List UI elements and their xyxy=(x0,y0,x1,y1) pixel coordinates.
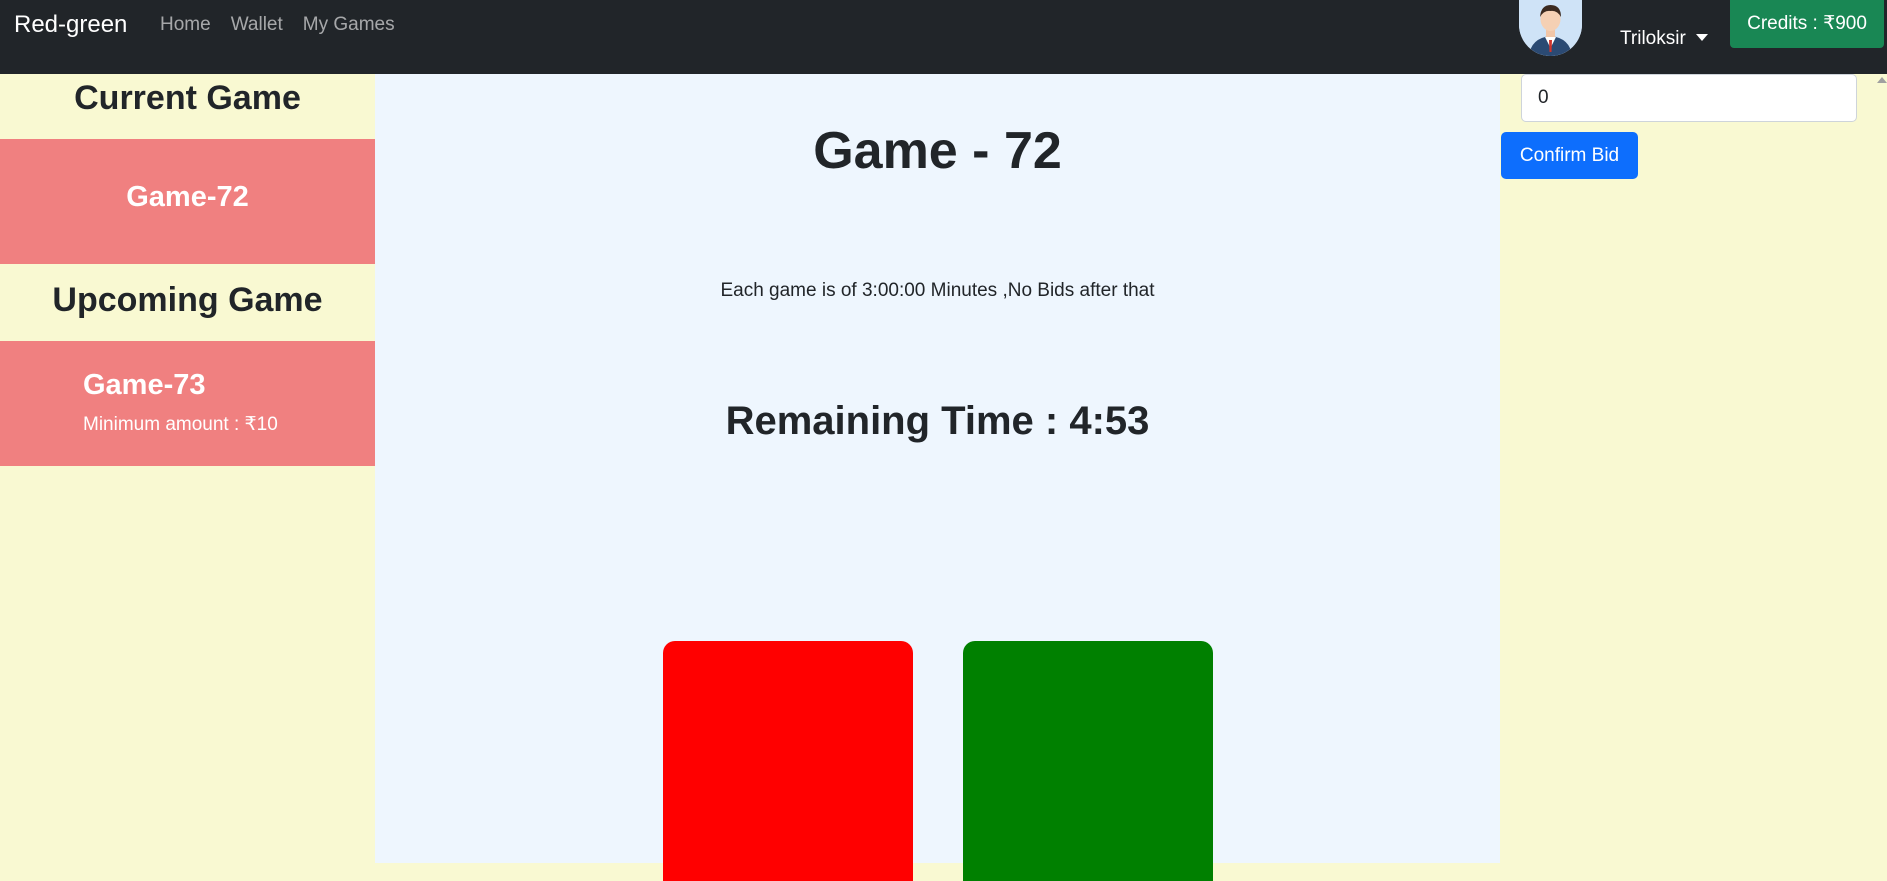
nav-link-home[interactable]: Home xyxy=(160,13,211,37)
nav-link-my-games[interactable]: My Games xyxy=(303,13,395,37)
upcoming-game-heading: Upcoming Game xyxy=(52,281,323,319)
upcoming-game-card[interactable]: Game-73 Minimum amount : ₹10 xyxy=(0,341,375,466)
current-game-card[interactable]: Game-72 xyxy=(0,139,375,264)
upcoming-game-name: Game-73 xyxy=(83,369,206,401)
current-game-heading: Current Game xyxy=(74,79,301,117)
caret-down-icon xyxy=(1695,34,1708,41)
credits-button[interactable]: Credits : ₹900 xyxy=(1730,0,1884,48)
upcoming-min-amount: Minimum amount : ₹10 xyxy=(83,414,278,435)
left-sidebar: Current Game Game-72 Upcoming Game Game-… xyxy=(0,74,375,863)
scroll-up-arrow-icon[interactable] xyxy=(1877,77,1887,83)
username-label: Triloksir xyxy=(1620,28,1686,49)
bid-amount-input[interactable] xyxy=(1521,74,1857,122)
game-title: Game - 72 xyxy=(813,122,1062,180)
confirm-bid-button[interactable]: Confirm Bid xyxy=(1501,132,1638,179)
nav-links: Home Wallet My Games xyxy=(160,13,415,37)
current-game-name: Game-72 xyxy=(126,181,249,213)
top-navbar: Red-green Home Wallet My Games Triloksir… xyxy=(0,0,1887,74)
user-avatar[interactable] xyxy=(1519,0,1582,56)
avatar-person-icon xyxy=(1519,0,1582,56)
bid-panel: Confirm Bid xyxy=(1500,74,1887,863)
user-dropdown[interactable]: Triloksir xyxy=(1620,27,1708,51)
red-choice-box[interactable] xyxy=(663,641,913,881)
remaining-time: Remaining Time : 4:53 xyxy=(725,399,1150,443)
game-main-panel: Game - 72 Each game is of 3:00:00 Minute… xyxy=(375,74,1500,881)
nav-link-wallet[interactable]: Wallet xyxy=(231,13,283,37)
brand-logo[interactable]: Red-green xyxy=(14,10,127,40)
green-choice-box[interactable] xyxy=(963,641,1213,881)
game-info-text: Each game is of 3:00:00 Minutes ,No Bids… xyxy=(720,280,1155,301)
